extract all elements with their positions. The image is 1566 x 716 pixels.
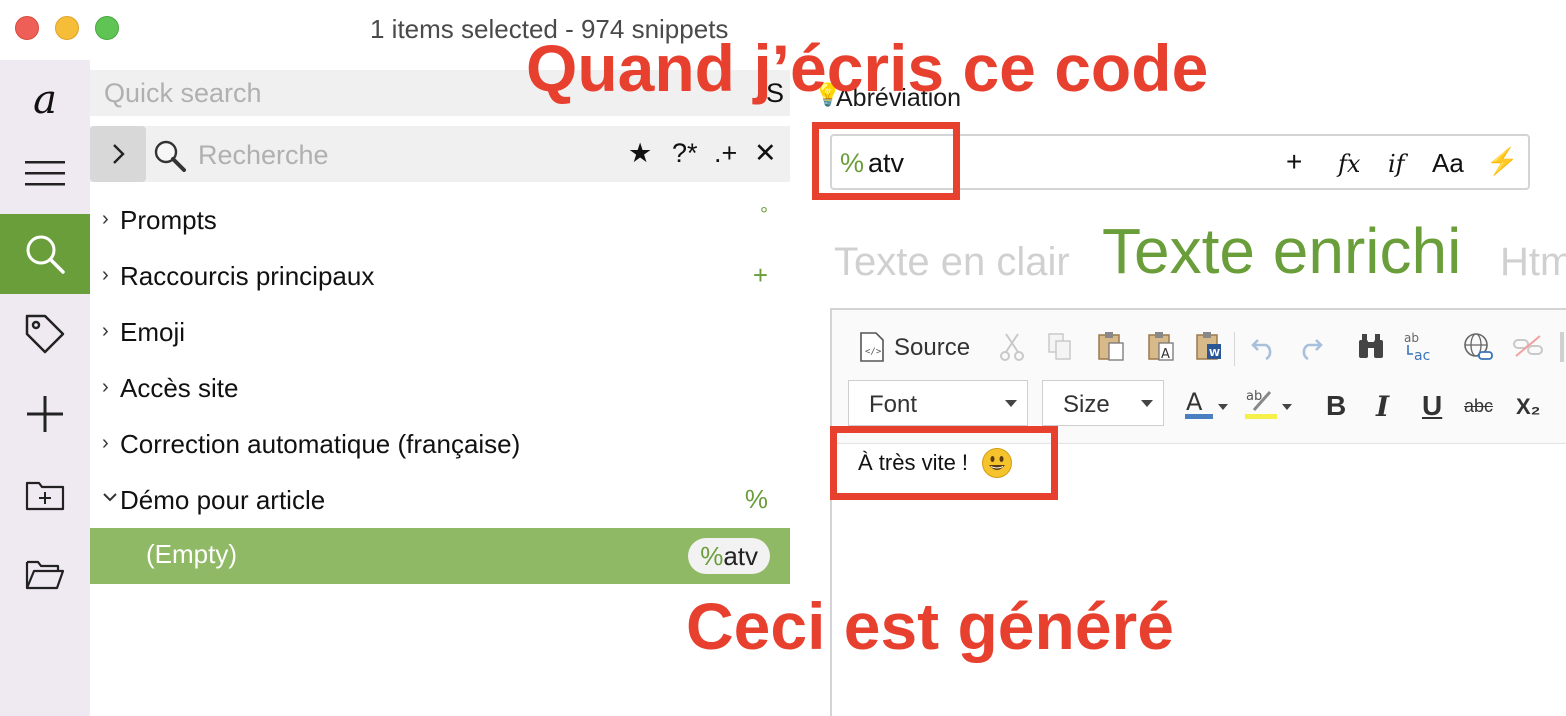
underline-button[interactable]: U bbox=[1422, 390, 1442, 422]
snippet-abbreviation-pill: %atv bbox=[688, 538, 770, 574]
abbr-prefix: % bbox=[700, 541, 724, 571]
find-icon[interactable] bbox=[1356, 332, 1386, 360]
toolbar-separator bbox=[1234, 332, 1235, 366]
regex-filter-button[interactable]: .+ bbox=[714, 138, 737, 169]
group-emoji[interactable]: › Emoji bbox=[90, 306, 790, 362]
chevron-down-icon bbox=[102, 486, 118, 509]
group-acces-site[interactable]: › Accès site bbox=[90, 362, 790, 418]
paste-text-icon[interactable]: A bbox=[1146, 330, 1176, 362]
new-folder-icon[interactable] bbox=[0, 454, 90, 534]
group-badge: % bbox=[744, 484, 768, 514]
abbr-suffix: atv bbox=[723, 541, 758, 571]
chevron-down-icon bbox=[1005, 400, 1017, 407]
minimize-window-button[interactable] bbox=[55, 16, 79, 40]
search-input[interactable]: Recherche bbox=[198, 140, 329, 171]
annotation-bottom: Ceci est généré bbox=[686, 589, 1174, 663]
chevron-right-icon bbox=[113, 144, 125, 164]
group-label: Accès site bbox=[120, 373, 239, 403]
text-color-icon[interactable]: A bbox=[1184, 386, 1230, 422]
redo-icon[interactable] bbox=[1296, 334, 1324, 360]
magnifier-icon bbox=[152, 138, 186, 177]
toolbar-overflow bbox=[1560, 332, 1564, 362]
close-window-button[interactable] bbox=[15, 16, 39, 40]
unlink-icon[interactable] bbox=[1512, 334, 1544, 360]
menu-icon[interactable] bbox=[0, 134, 90, 214]
svg-text:ac: ac bbox=[1414, 348, 1430, 364]
chevron-right-icon: › bbox=[102, 208, 109, 230]
cut-icon[interactable] bbox=[998, 332, 1026, 362]
chevron-right-icon: › bbox=[102, 376, 109, 398]
group-correction-automatique[interactable]: › Correction automatique (française) bbox=[90, 418, 790, 474]
favorites-filter-button[interactable]: ★ bbox=[628, 138, 652, 169]
svg-text:A: A bbox=[1161, 347, 1170, 362]
search-icon[interactable] bbox=[0, 214, 90, 294]
group-label: Démo pour article bbox=[120, 485, 326, 515]
case-button[interactable]: Aa bbox=[1432, 148, 1464, 179]
svg-text:ab: ab bbox=[1404, 331, 1419, 345]
svg-text:</>: </> bbox=[865, 347, 882, 357]
font-select[interactable]: Font bbox=[848, 380, 1028, 426]
zoom-window-button[interactable] bbox=[95, 16, 119, 40]
link-icon[interactable] bbox=[1462, 332, 1494, 362]
quick-search-input[interactable]: Quick search bbox=[104, 78, 262, 109]
chevron-down-icon bbox=[1141, 400, 1153, 407]
bold-button[interactable]: B bbox=[1326, 390, 1346, 422]
group-label: Emoji bbox=[120, 317, 186, 347]
copy-icon[interactable] bbox=[1046, 332, 1074, 362]
paste-icon[interactable] bbox=[1096, 330, 1126, 362]
svg-text:W: W bbox=[1209, 348, 1220, 359]
group-demo-pour-article[interactable]: Démo pour article % bbox=[90, 474, 790, 530]
tag-icon[interactable] bbox=[0, 294, 90, 374]
wildcard-filter-button[interactable]: ?* bbox=[672, 138, 698, 169]
lightning-icon[interactable]: ⚡ bbox=[1486, 146, 1518, 177]
plus-icon[interactable] bbox=[0, 374, 90, 454]
highlight-color-icon[interactable]: ab bbox=[1244, 386, 1294, 422]
group-badge: ° bbox=[760, 204, 768, 226]
icon-sidebar: a bbox=[0, 60, 90, 716]
undo-icon[interactable] bbox=[1250, 334, 1278, 360]
group-raccourcis-principaux[interactable]: › Raccourcis principaux + bbox=[90, 250, 790, 306]
abbreviation-callout-box bbox=[812, 122, 960, 200]
source-button[interactable]: Source bbox=[894, 334, 970, 362]
source-icon[interactable]: </> bbox=[858, 332, 886, 362]
strikethrough-button[interactable]: abc bbox=[1464, 396, 1493, 417]
condition-button[interactable]: if bbox=[1388, 150, 1405, 178]
subscript-button[interactable]: X₂ bbox=[1516, 394, 1540, 420]
open-folder-icon[interactable] bbox=[0, 534, 90, 614]
expand-filter-button[interactable] bbox=[90, 126, 146, 182]
clear-search-button[interactable]: ✕ bbox=[754, 138, 777, 169]
app-logo-icon[interactable]: a bbox=[0, 60, 90, 140]
function-button[interactable]: fx bbox=[1338, 150, 1360, 178]
group-label: Raccourcis principaux bbox=[120, 261, 375, 291]
group-label: Prompts bbox=[120, 205, 217, 235]
group-label: Correction automatique (française) bbox=[120, 429, 521, 459]
annotation-top: Quand j’écris ce code bbox=[526, 31, 1209, 105]
snippet-label: (Empty) bbox=[146, 539, 237, 569]
size-select[interactable]: Size bbox=[1042, 380, 1164, 426]
font-select-label: Font bbox=[869, 391, 918, 418]
search-row: Recherche ★ ?* .+ ✕ bbox=[90, 126, 790, 182]
tab-plain-text[interactable]: Texte en clair bbox=[834, 240, 1070, 285]
group-prompts[interactable]: › Prompts ° bbox=[90, 194, 790, 250]
replace-icon[interactable]: ab ac bbox=[1402, 330, 1436, 364]
paste-from-word-icon[interactable]: W bbox=[1194, 330, 1224, 362]
svg-text:A: A bbox=[1186, 388, 1203, 416]
chevron-right-icon: › bbox=[102, 320, 109, 342]
tab-rich-text[interactable]: Texte enrichi bbox=[1102, 214, 1461, 288]
tab-html[interactable]: Html bbox=[1500, 240, 1566, 285]
add-placeholder-button[interactable]: + bbox=[1286, 146, 1302, 178]
group-badge: + bbox=[752, 260, 768, 290]
chevron-right-icon: › bbox=[102, 264, 109, 286]
content-callout-box bbox=[830, 426, 1058, 500]
chevron-right-icon: › bbox=[102, 432, 109, 454]
app-logo-glyph: a bbox=[33, 77, 57, 123]
italic-button[interactable]: I bbox=[1376, 390, 1389, 423]
snippet-row-selected[interactable]: (Empty) %atv bbox=[90, 528, 790, 584]
size-select-label: Size bbox=[1063, 391, 1110, 418]
